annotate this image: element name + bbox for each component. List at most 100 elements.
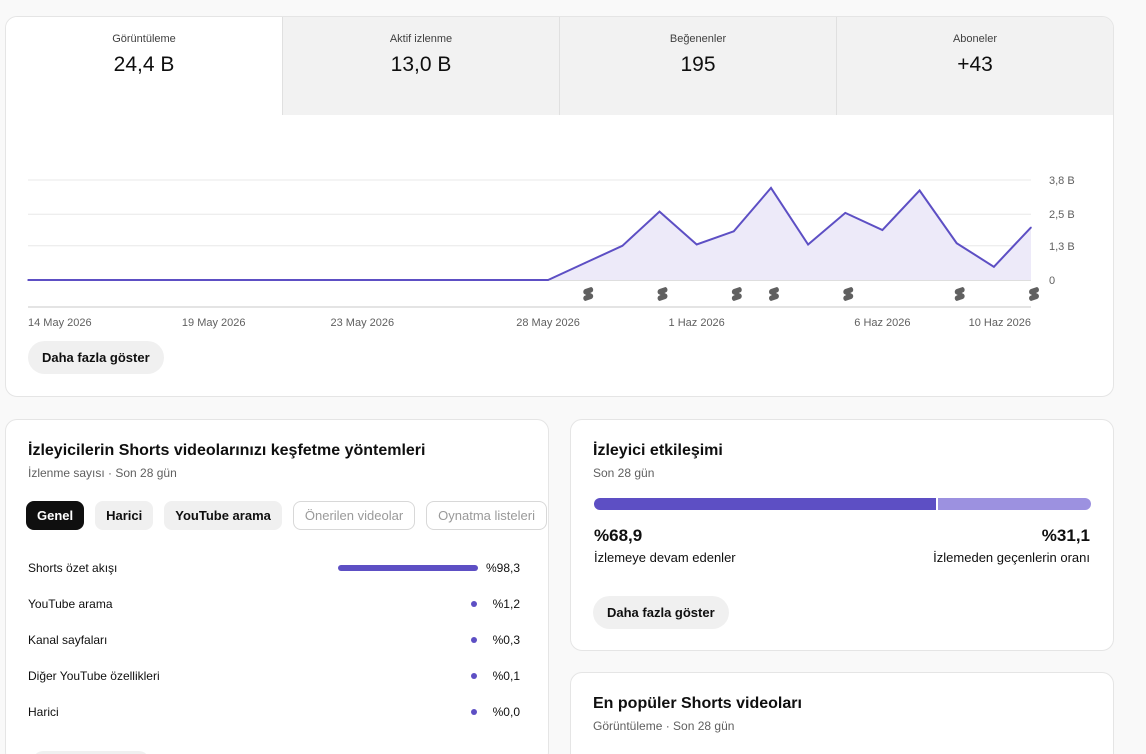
data-point [324, 279, 326, 281]
data-point [435, 279, 438, 281]
source-dot [471, 673, 477, 679]
source-dot [471, 637, 477, 643]
metric-label: Beğenenler [669, 33, 727, 45]
shorts-icon [583, 287, 594, 301]
data-point [361, 279, 364, 281]
data-point [584, 262, 587, 264]
list-item: Diğer YouTube özellikleri %0,1 [28, 667, 528, 685]
views-chart: 0 1,3 B 2,5 B 3,8 B 14 May 2026 19 May 2026 23… [27, 175, 1075, 329]
data-point [733, 230, 735, 233]
source-value: %0,3 [492, 633, 520, 647]
x-tick-label: 6 Haz 2026 [854, 317, 910, 329]
x-tick-label: 10 Haz 2026 [969, 317, 1031, 329]
source-label: Diğer YouTube özellikleri [28, 669, 160, 683]
data-point [993, 266, 995, 268]
card-subtitle: Son 28 gün [593, 466, 655, 480]
source-label: Shorts özet akışı [28, 561, 118, 575]
metric-tab-likes[interactable]: Beğenenler 195 [559, 17, 836, 115]
source-bar [338, 565, 478, 571]
overview-card: Görüntüleme 24,4 B Aktif izlenme 13,0 B … [5, 16, 1114, 397]
card-title: İzleyici etkileşimi [593, 442, 723, 459]
data-point [955, 242, 958, 244]
metric-tab-subscribers[interactable]: Aboneler +43 [836, 17, 1113, 115]
metric-label: Görüntüleme [112, 33, 176, 45]
data-point [175, 279, 178, 281]
list-item: Shorts özet akışı %98,3 [28, 559, 528, 577]
card-title: İzleyicilerin Shorts videolarınızı keşfe… [28, 442, 426, 459]
skip-bar [938, 498, 1091, 510]
list-item: YouTube arama %1,2 [28, 595, 528, 613]
stay-bar [594, 498, 936, 510]
engagement-card: İzleyici etkileşimi Son 28 gün %68,9 İzl… [570, 419, 1114, 651]
data-point [695, 243, 698, 246]
x-tick-label: 19 May 2026 [182, 317, 246, 329]
shorts-icon [657, 287, 668, 301]
y-tick-label: 3,8 B [1049, 175, 1075, 187]
stay-label: İzlemeye devam edenler [594, 550, 736, 565]
metric-tab-views[interactable]: Görüntüleme 24,4 B [6, 17, 282, 115]
metric-value: 195 [680, 53, 716, 76]
data-point [547, 279, 549, 281]
source-value: %0,1 [492, 669, 520, 683]
source-value: %1,2 [492, 597, 520, 611]
show-more-button[interactable]: Daha fazla göster [28, 341, 164, 374]
data-point [472, 279, 475, 281]
card-subtitle: İzlenme sayısı · Son 28 gün [28, 466, 177, 480]
data-point [64, 279, 66, 281]
y-tick-label: 2,5 B [1049, 209, 1075, 221]
data-point [287, 279, 289, 281]
shorts-icon [954, 287, 965, 301]
chip-playlists: Oynatma listeleri [426, 501, 547, 530]
series-area [28, 187, 1031, 280]
y-tick-label: 1,3 B [1049, 241, 1075, 253]
show-more-button[interactable]: Daha fazla göster [593, 596, 729, 629]
data-point [881, 229, 884, 231]
x-tick-label: 28 May 2026 [516, 317, 580, 329]
card-title: En popüler Shorts videoları [593, 695, 802, 712]
shorts-icon [1029, 287, 1039, 301]
source-value: %98,3 [485, 561, 520, 575]
data-point [212, 279, 215, 281]
data-point [101, 279, 104, 281]
skip-value: %31,1 [1041, 526, 1090, 545]
data-point [658, 210, 661, 213]
data-point [27, 279, 29, 281]
filter-chips: Genel Harici YouTube arama Önerilen vide… [26, 501, 547, 530]
chip-youtube-search[interactable]: YouTube arama [164, 501, 282, 530]
shorts-icon [731, 287, 742, 301]
metric-tab-engaged-views[interactable]: Aktif izlenme 13,0 B [282, 17, 559, 115]
data-point [138, 279, 141, 281]
source-label: YouTube arama [28, 597, 113, 611]
chip-suggested-videos: Önerilen videolar [292, 501, 416, 530]
x-tick-label: 1 Haz 2026 [669, 317, 725, 329]
data-point [770, 187, 772, 189]
metric-value: +43 [957, 53, 993, 76]
y-tick-label: 0 [1049, 275, 1055, 287]
source-label: Harici [28, 705, 59, 719]
metric-label: Aktif izlenme [389, 33, 453, 45]
data-point [510, 279, 512, 281]
x-tick-label: 14 May 2026 [28, 317, 92, 329]
metric-label: Aboneler [952, 33, 998, 45]
list-item: Kanal sayfaları %0,3 [28, 631, 528, 649]
shorts-icon [843, 287, 854, 301]
chip-general[interactable]: Genel [26, 501, 85, 530]
skip-label: İzlemeden geçenlerin oranı [933, 550, 1090, 565]
discovery-card: İzleyicilerin Shorts videolarınızı keşfe… [5, 419, 549, 754]
data-point [807, 243, 809, 246]
source-dot [471, 709, 477, 715]
source-value: %0,0 [492, 705, 520, 719]
stay-value: %68,9 [594, 526, 643, 545]
metric-tabs: Görüntüleme 24,4 B Aktif izlenme 13,0 B … [6, 17, 1113, 115]
list-item: Harici %0,0 [28, 703, 528, 721]
data-point [621, 244, 624, 247]
chip-external[interactable]: Harici [95, 501, 154, 530]
data-point [1030, 226, 1032, 229]
card-subtitle: Görüntüleme · Son 28 gün [593, 719, 735, 733]
data-point [398, 279, 401, 281]
source-dot [471, 601, 477, 607]
data-point [844, 212, 847, 214]
data-point [918, 189, 921, 192]
popular-shorts-card: En popüler Shorts videoları Görüntüleme … [570, 672, 1114, 754]
metric-value: 24,4 B [113, 53, 175, 76]
